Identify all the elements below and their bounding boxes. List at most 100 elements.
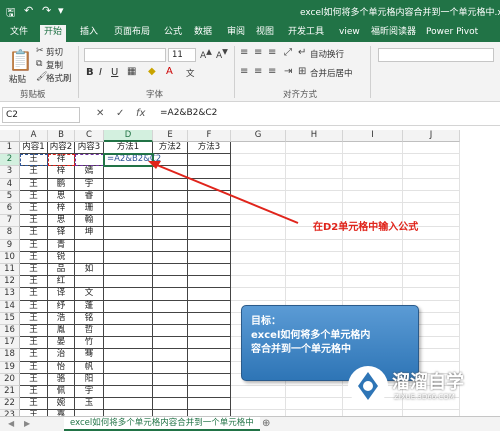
column-header-f[interactable]: F: [188, 130, 231, 142]
cell-h11[interactable]: [286, 264, 343, 277]
paste-button[interactable]: 粘贴: [9, 73, 26, 85]
cell-e7[interactable]: [153, 215, 188, 228]
cell-j11[interactable]: [403, 264, 460, 277]
cell-h12[interactable]: [286, 276, 343, 289]
cell-f22[interactable]: [188, 398, 231, 411]
cell-e3[interactable]: [153, 166, 188, 179]
cell-a11[interactable]: 王: [20, 264, 48, 277]
cell-c7[interactable]: 翰: [75, 215, 104, 228]
cell-i2[interactable]: [343, 154, 403, 167]
cell-j4[interactable]: [403, 178, 460, 191]
cell-f18[interactable]: [188, 349, 231, 362]
row-header[interactable]: 9: [0, 239, 20, 252]
cell-i10[interactable]: [343, 251, 403, 264]
cell-f17[interactable]: [188, 337, 231, 350]
cell-j2[interactable]: [403, 154, 460, 167]
cell-g8[interactable]: [231, 227, 286, 240]
cell-i3[interactable]: [343, 166, 403, 179]
align-right-icon[interactable]: ≡: [268, 66, 276, 77]
cell-a18[interactable]: 王: [20, 349, 48, 362]
cell-h9[interactable]: [286, 239, 343, 252]
cell-a9[interactable]: 王: [20, 239, 48, 252]
cell-d7[interactable]: [104, 215, 153, 228]
cell-c15[interactable]: 铭: [75, 312, 104, 325]
cell-c13[interactable]: 文: [75, 288, 104, 301]
cell-e13[interactable]: [153, 288, 188, 301]
cell-g6[interactable]: [231, 203, 286, 216]
cell-d2[interactable]: =A2&B2&C2: [104, 154, 161, 167]
cell-c9[interactable]: [75, 239, 104, 252]
align-left-icon[interactable]: ≡: [240, 66, 248, 77]
cell-f5[interactable]: [188, 190, 231, 203]
cell-a17[interactable]: 王: [20, 337, 48, 350]
cell-a8[interactable]: 王: [20, 227, 48, 240]
ribbon-tab[interactable]: 文件: [6, 25, 32, 42]
cell-e2[interactable]: [153, 154, 188, 167]
row-header[interactable]: 13: [0, 288, 20, 301]
cell-e1[interactable]: 方法2: [153, 142, 188, 155]
insert-function-button[interactable]: fx: [136, 108, 145, 119]
cell-g1[interactable]: [231, 142, 286, 155]
cell-j9[interactable]: [403, 239, 460, 252]
column-header-i[interactable]: I: [343, 130, 403, 142]
cell-g4[interactable]: [231, 178, 286, 191]
cell-i11[interactable]: [343, 264, 403, 277]
ribbon-tab[interactable]: 福昕阅读器: [367, 25, 420, 42]
column-header-c[interactable]: C: [75, 130, 104, 142]
border-icon[interactable]: ▦: [127, 66, 136, 77]
cell-e22[interactable]: [153, 398, 188, 411]
cell-j12[interactable]: [403, 276, 460, 289]
cell-f14[interactable]: [188, 300, 231, 313]
cell-b14[interactable]: 纾: [48, 300, 75, 313]
copy-button[interactable]: 复制: [46, 59, 63, 71]
cell-a14[interactable]: 王: [20, 300, 48, 313]
cell-f8[interactable]: [188, 227, 231, 240]
column-header-h[interactable]: H: [286, 130, 343, 142]
italic-button[interactable]: I: [99, 67, 102, 78]
cell-h3[interactable]: [286, 166, 343, 179]
cell-e8[interactable]: [153, 227, 188, 240]
cell-d19[interactable]: [104, 361, 153, 374]
cell-d22[interactable]: [104, 398, 153, 411]
cell-g13[interactable]: [231, 288, 286, 301]
column-header-j[interactable]: J: [403, 130, 460, 142]
cell-c10[interactable]: [75, 251, 104, 264]
cell-a3[interactable]: 王: [20, 166, 48, 179]
cell-h6[interactable]: [286, 203, 343, 216]
ribbon-tab[interactable]: view: [335, 25, 364, 42]
indent-icon[interactable]: ⇥: [284, 66, 292, 77]
cell-i5[interactable]: [343, 190, 403, 203]
cell-a5[interactable]: 王: [20, 190, 48, 203]
cell-c14[interactable]: 蓬: [75, 300, 104, 313]
cell-b12[interactable]: 红: [48, 276, 75, 289]
row-header[interactable]: 20: [0, 373, 20, 386]
row-header[interactable]: 12: [0, 276, 20, 289]
row-header[interactable]: 1: [0, 142, 20, 155]
cell-i13[interactable]: [343, 288, 403, 301]
cell-c21[interactable]: 宇: [75, 386, 104, 399]
cell-a4[interactable]: 王: [20, 178, 48, 191]
cell-a7[interactable]: 王: [20, 215, 48, 228]
row-header[interactable]: 22: [0, 398, 20, 411]
number-format-select[interactable]: [378, 48, 494, 62]
cell-e11[interactable]: [153, 264, 188, 277]
cell-d21[interactable]: [104, 386, 153, 399]
fill-color-icon[interactable]: ◆: [148, 66, 156, 77]
cell-g22[interactable]: [231, 398, 286, 411]
cell-e20[interactable]: [153, 373, 188, 386]
cell-a2[interactable]: 王: [20, 154, 48, 167]
cell-h13[interactable]: [286, 288, 343, 301]
cell-b3[interactable]: 梓: [48, 166, 75, 179]
orientation-icon[interactable]: ⤢: [284, 47, 292, 58]
cell-f15[interactable]: [188, 312, 231, 325]
cell-a6[interactable]: 王: [20, 203, 48, 216]
cell-b4[interactable]: 鹏: [48, 178, 75, 191]
cell-f16[interactable]: [188, 325, 231, 338]
cell-c22[interactable]: 玉: [75, 398, 104, 411]
cell-a1[interactable]: 内容1: [20, 142, 48, 155]
cell-b15[interactable]: 浩: [48, 312, 75, 325]
cell-f12[interactable]: [188, 276, 231, 289]
cell-d4[interactable]: [104, 178, 153, 191]
row-header[interactable]: 18: [0, 349, 20, 362]
cell-c5[interactable]: 睿: [75, 190, 104, 203]
